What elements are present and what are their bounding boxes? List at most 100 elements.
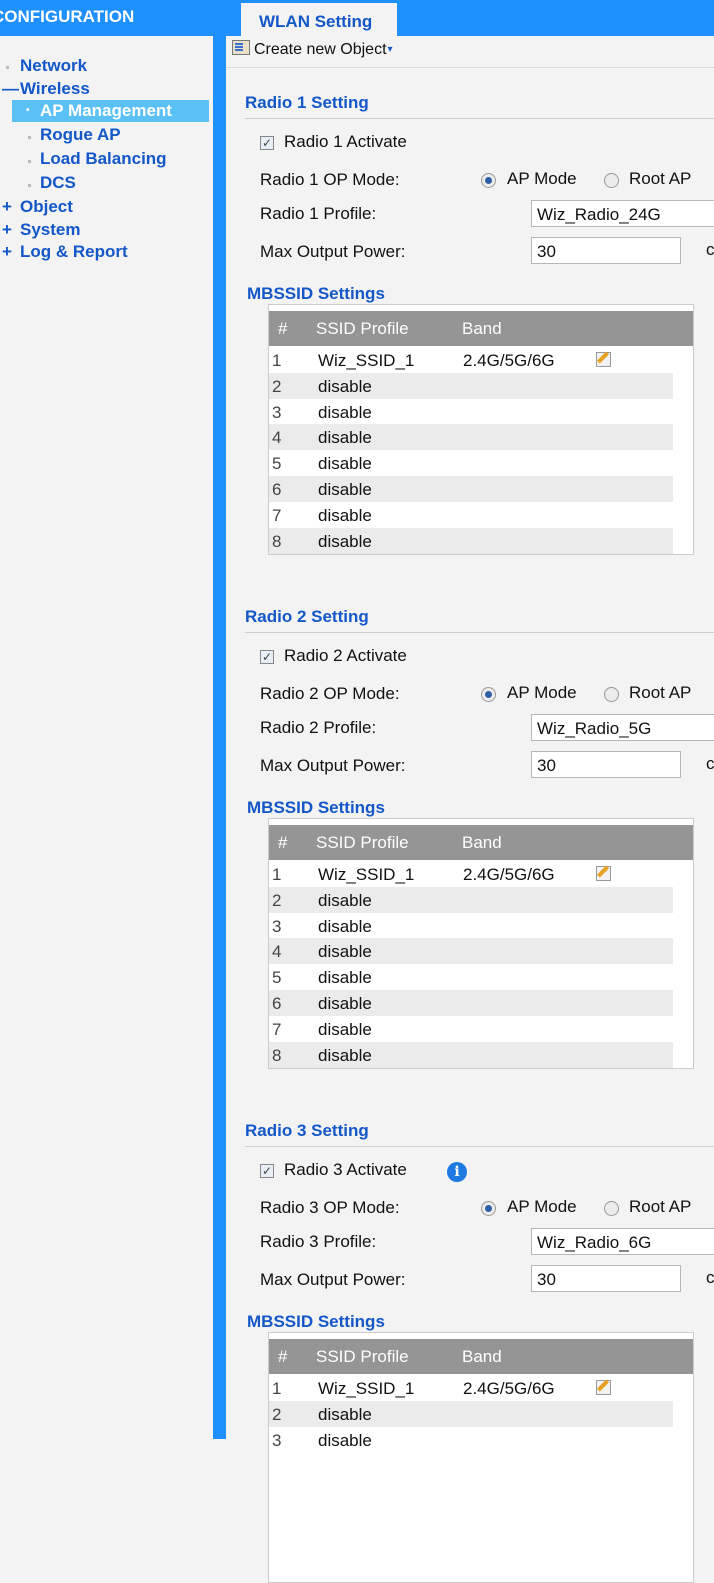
sidebar-item-rogue-ap[interactable]: Rogue AP — [40, 124, 121, 146]
expand-icon[interactable]: + — [2, 196, 12, 218]
sidebar-item-label: Object — [20, 197, 73, 216]
activate-label: Radio 1 Activate — [284, 132, 407, 151]
section-divider — [245, 1146, 714, 1147]
sidebar-item-wireless[interactable]: — Wireless — [2, 78, 90, 100]
col-header-band: Band — [462, 319, 502, 338]
panel-splitter[interactable] — [213, 36, 226, 1439]
profile-select[interactable]: Wiz_Radio_6G — [531, 1228, 714, 1255]
row-number: 7 — [272, 505, 282, 525]
table-header: # SSID Profile Band — [269, 311, 693, 346]
expand-icon[interactable]: + — [2, 241, 12, 263]
activate-label: Radio 3 Activate — [284, 1160, 407, 1179]
table-row[interactable]: 4 disable — [269, 424, 673, 451]
row-number: 3 — [272, 1430, 282, 1450]
activate-checkbox[interactable]: ✓ — [260, 1164, 274, 1178]
table-row[interactable]: 3 disable — [269, 1427, 673, 1453]
tree-dot — [28, 136, 31, 139]
table-row[interactable]: 6 disable — [269, 990, 673, 1016]
edit-icon[interactable] — [596, 1380, 611, 1395]
table-row[interactable]: 1 Wiz_SSID_1 2.4G/5G/6G — [269, 861, 673, 887]
edit-icon[interactable] — [596, 866, 611, 881]
table-row[interactable]: 7 disable — [269, 1016, 673, 1042]
col-header-num: # — [278, 319, 288, 338]
sidebar-item-label: System — [20, 220, 81, 239]
sidebar-item-label: AP Management — [40, 101, 172, 120]
root-ap-radio[interactable] — [604, 173, 619, 188]
activate-checkbox[interactable]: ✓ — [260, 136, 274, 150]
max-power-input[interactable]: 30 — [531, 751, 681, 778]
root-ap-radio[interactable] — [604, 1201, 619, 1216]
table-row[interactable]: 3 disable — [269, 399, 673, 425]
table-row[interactable]: 6 disable — [269, 476, 673, 502]
table-row[interactable]: 8 disable — [269, 527, 673, 554]
sidebar-item-label: Log & Report — [20, 242, 128, 261]
edit-icon[interactable] — [596, 352, 611, 367]
ssid-profile: disable — [318, 942, 372, 962]
col-header-band: Band — [462, 1347, 502, 1366]
ssid-profile: disable — [318, 890, 372, 910]
activate-checkbox[interactable]: ✓ — [260, 650, 274, 664]
band-value: 2.4G/5G/6G — [463, 1379, 555, 1398]
sidebar-item-ap-management[interactable]: • AP Management — [12, 100, 209, 122]
table-row[interactable]: 3 disable — [269, 913, 673, 939]
create-object-button[interactable]: Create new Object▾ — [232, 40, 393, 59]
sidebar-item-load-balancing[interactable]: Load Balancing — [40, 148, 167, 170]
info-icon[interactable]: i — [447, 1162, 467, 1182]
profile-select[interactable]: Wiz_Radio_5G — [531, 714, 714, 741]
table-row[interactable]: 8 disable — [269, 1041, 673, 1068]
collapse-icon[interactable]: — — [2, 78, 19, 100]
sidebar-item-log-report[interactable]: + Log & Report — [2, 241, 128, 263]
row-number: 1 — [272, 1379, 282, 1398]
table-row[interactable]: 1 Wiz_SSID_1 2.4G/5G/6G — [269, 1375, 673, 1401]
root-ap-radio[interactable] — [604, 687, 619, 702]
tab-wlan-setting[interactable]: WLAN Setting — [241, 3, 397, 36]
ap-mode-radio[interactable] — [481, 687, 496, 702]
col-header-profile: SSID Profile — [316, 833, 409, 852]
profile-select[interactable]: Wiz_Radio_24G — [531, 200, 714, 227]
ssid-profile: Wiz_SSID_1 — [318, 1379, 415, 1398]
table-row[interactable]: 5 disable — [269, 964, 673, 990]
table-row[interactable]: 2 disable — [269, 372, 673, 399]
tree-dot — [6, 66, 9, 69]
ssid-profile: Wiz_SSID_1 — [318, 351, 415, 370]
tree-dot — [28, 184, 31, 187]
sidebar-item-system[interactable]: + System — [2, 219, 81, 241]
ap-mode-label: AP Mode — [507, 169, 577, 188]
table-row[interactable]: 2 disable — [269, 1400, 673, 1427]
mbssid-title: MBSSID Settings — [247, 1312, 385, 1331]
mbssid-title: MBSSID Settings — [247, 284, 385, 303]
section-title: Radio 2 Setting — [245, 607, 369, 626]
table-row[interactable]: 5 disable — [269, 450, 673, 476]
row-number: 8 — [272, 531, 282, 551]
power-label: Max Output Power: — [260, 242, 406, 261]
row-number: 6 — [272, 994, 282, 1013]
power-unit: c — [706, 754, 714, 773]
max-power-input[interactable]: 30 — [531, 237, 681, 264]
expand-icon[interactable]: + — [2, 219, 12, 241]
col-header-profile: SSID Profile — [316, 1347, 409, 1366]
table-row[interactable]: 4 disable — [269, 938, 673, 965]
sidebar-item-network[interactable]: Network — [20, 55, 87, 77]
op-mode-label: Radio 2 OP Mode: — [260, 684, 400, 703]
col-header-band: Band — [462, 833, 502, 852]
table-row[interactable]: 1 Wiz_SSID_1 2.4G/5G/6G — [269, 347, 673, 373]
ap-mode-label: AP Mode — [507, 683, 577, 702]
max-power-input[interactable]: 30 — [531, 1265, 681, 1292]
ssid-profile: disable — [318, 505, 372, 525]
op-mode-label: Radio 3 OP Mode: — [260, 1198, 400, 1217]
object-list-icon — [232, 40, 250, 55]
power-unit: c — [706, 1268, 714, 1287]
row-number: 2 — [272, 890, 282, 910]
sidebar-item-label: Wireless — [20, 79, 90, 98]
sidebar-item-object[interactable]: + Object — [2, 196, 73, 218]
row-number: 8 — [272, 1045, 282, 1065]
create-object-label: Create new Object — [254, 41, 387, 58]
sidebar-item-dcs[interactable]: DCS — [40, 172, 76, 194]
table-row[interactable]: 7 disable — [269, 502, 673, 528]
ap-mode-radio[interactable] — [481, 1201, 496, 1216]
ap-mode-radio[interactable] — [481, 173, 496, 188]
ssid-profile: disable — [318, 402, 372, 422]
table-row[interactable]: 2 disable — [269, 886, 673, 913]
row-number: 3 — [272, 402, 282, 422]
profile-label: Radio 1 Profile: — [260, 204, 377, 223]
